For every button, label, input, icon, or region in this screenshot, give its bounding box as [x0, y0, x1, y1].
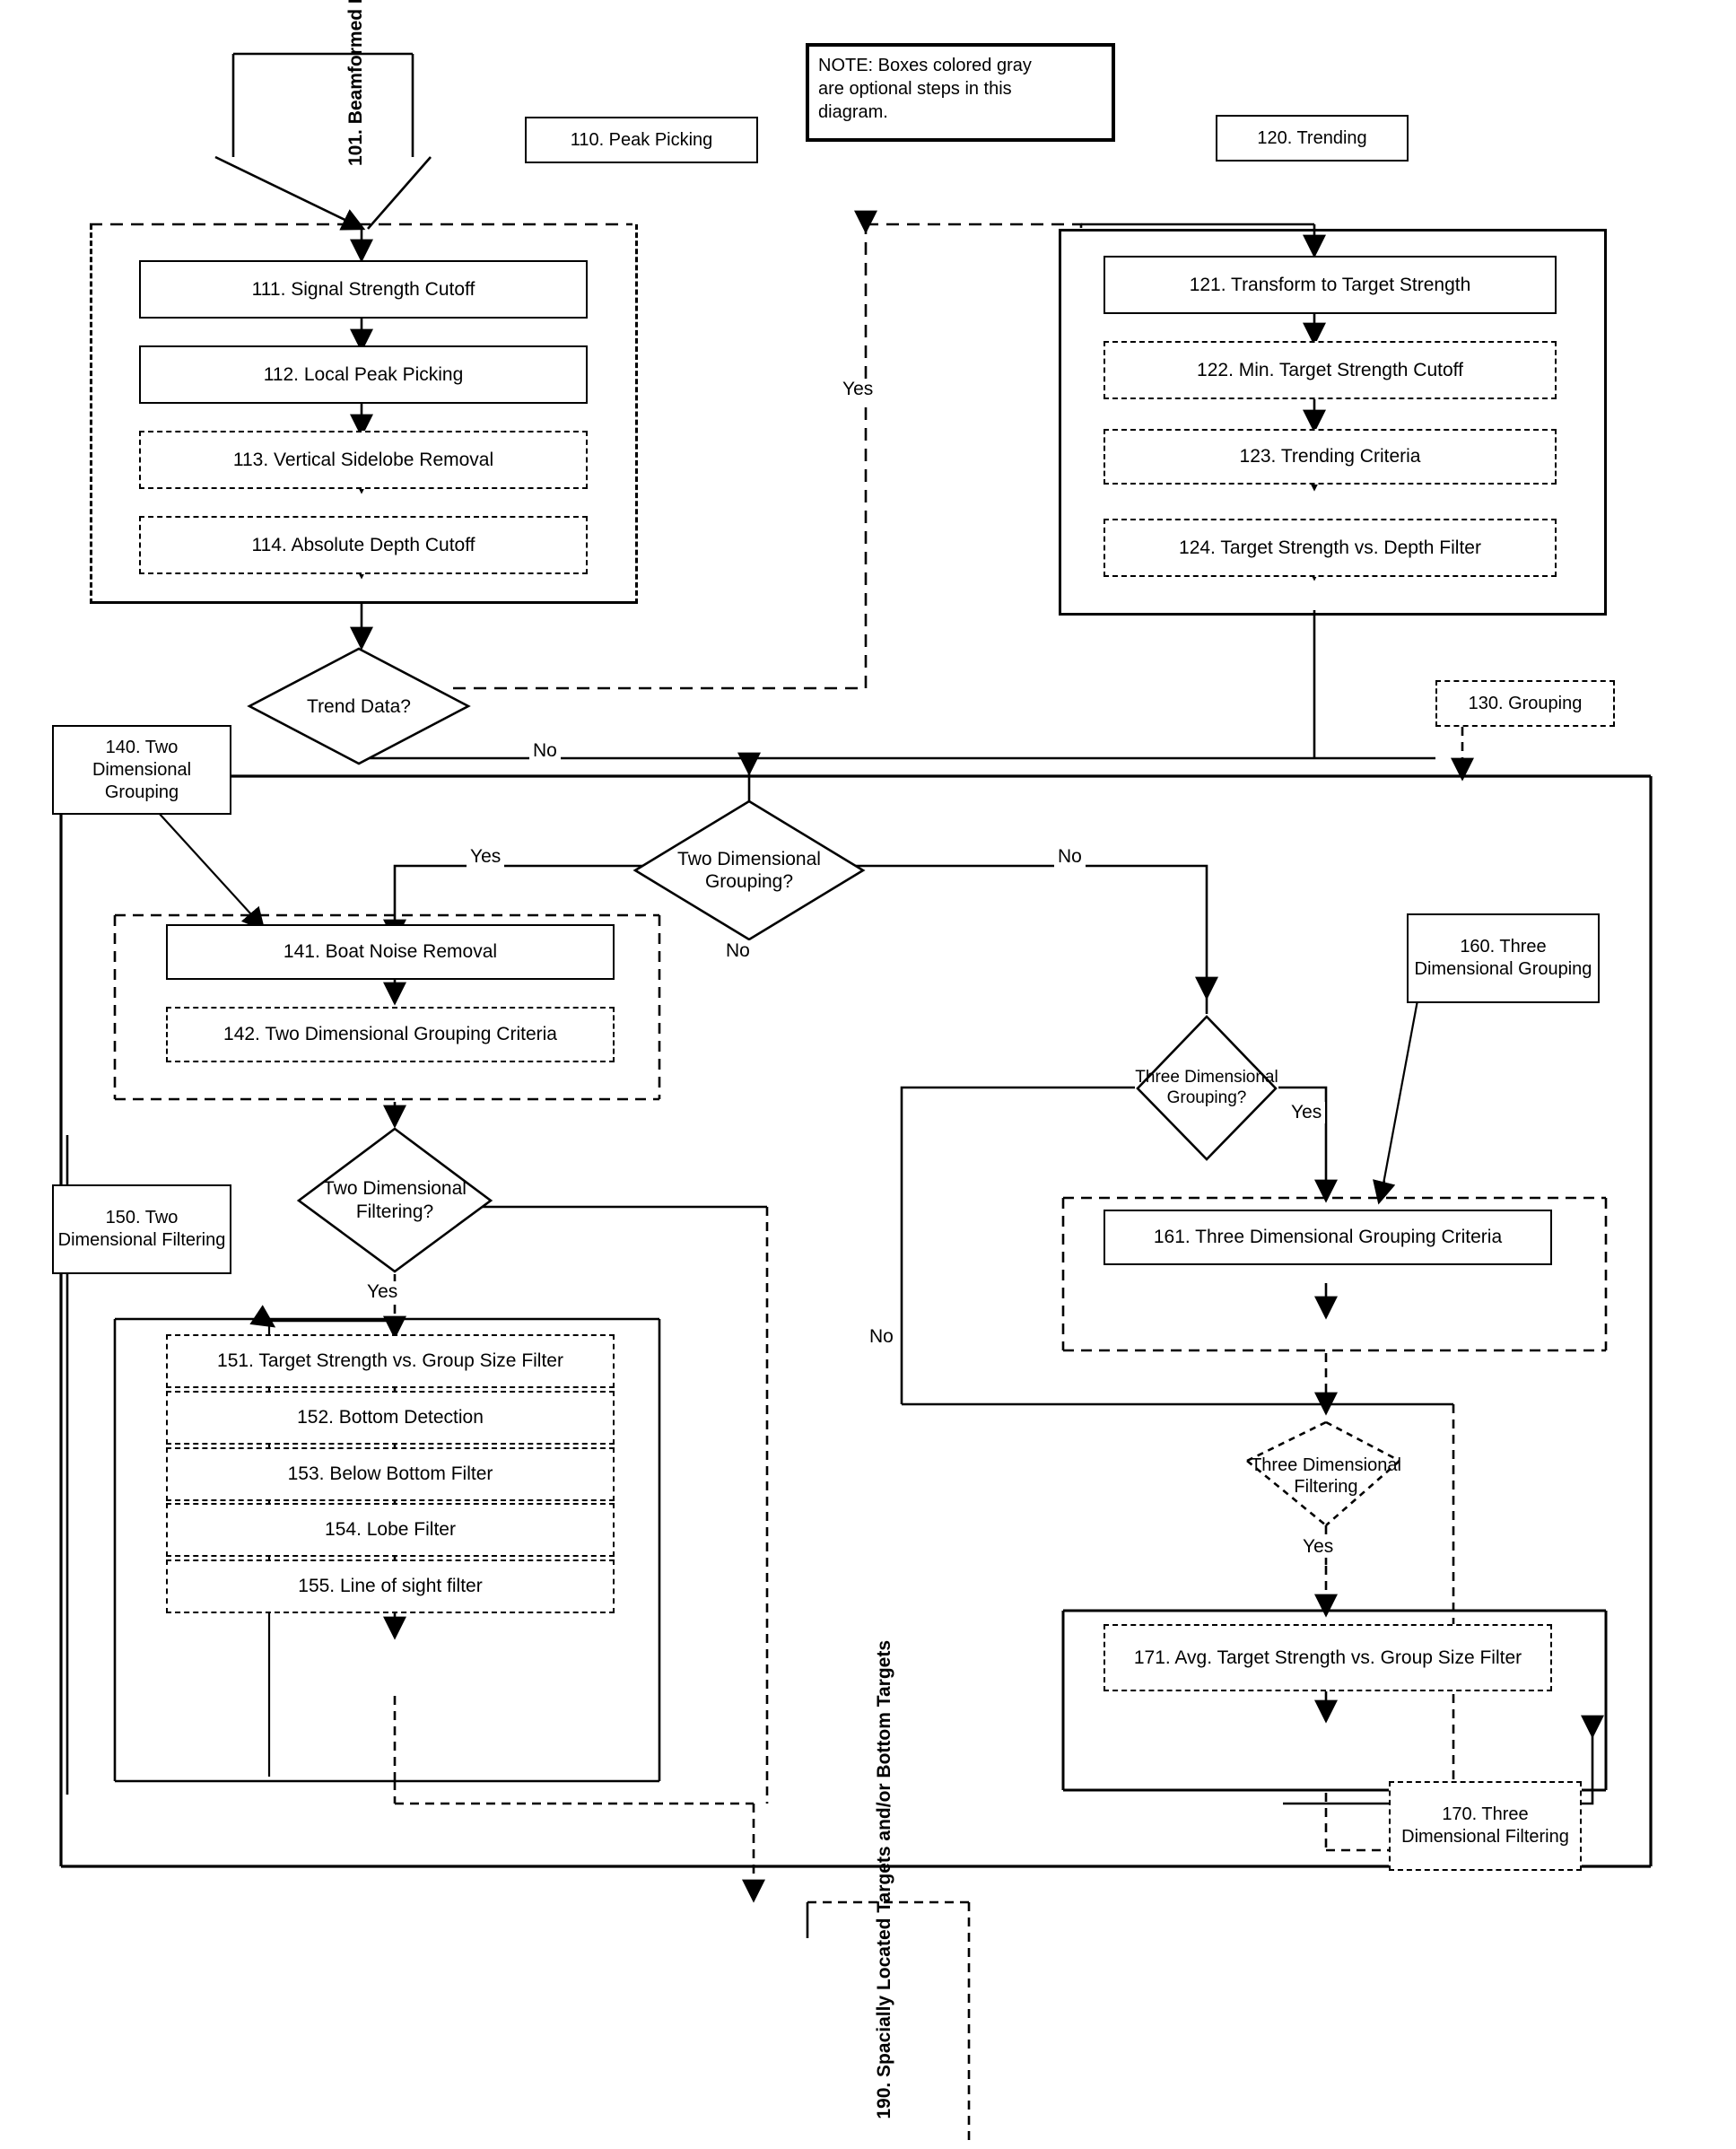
step-161[interactable]: 161. Three Dimensional Grouping Criteria [1104, 1210, 1552, 1265]
step-151-label: 151. Target Strength vs. Group Size Filt… [217, 1350, 563, 1372]
step-154-label: 154. Lobe Filter [325, 1519, 456, 1541]
section-tag-110: 110. Peak Picking [525, 117, 758, 163]
edge-label-3dgroup-yes: Yes [1287, 1102, 1326, 1123]
note-box: NOTE: Boxes colored gray are optional st… [806, 43, 1115, 142]
step-141-label: 141. Boat Noise Removal [283, 941, 498, 963]
section-tag-150-label: 150. Two Dimensional Filtering [57, 1208, 226, 1250]
section-tag-160: 160. Three Dimensional Grouping [1407, 913, 1600, 1003]
decision-trend-data[interactable]: Trend Data? [247, 646, 471, 767]
step-152-label: 152. Bottom Detection [297, 1407, 484, 1428]
peak-picking-frame [90, 224, 638, 604]
section-tag-140: 140. Two Dimensional Grouping [52, 725, 231, 815]
edge-label-2dgroup-no2: No [722, 940, 754, 962]
decision-two-d-grouping[interactable]: Two Dimensional Grouping? [632, 799, 866, 942]
edge-label-3dgroup-no: No [866, 1326, 897, 1348]
step-171-label: 171. Avg. Target Strength vs. Group Size… [1133, 1647, 1522, 1668]
edge-label-2dgroup-no: No [1054, 846, 1086, 868]
section-tag-120-label: 120. Trending [1257, 127, 1367, 148]
section-tag-140-label: 140. Two Dimensional Grouping [92, 737, 192, 802]
step-171[interactable]: 171. Avg. Target Strength vs. Group Size… [1104, 1624, 1552, 1691]
note-line-1: NOTE: Boxes colored gray [818, 56, 1032, 75]
section-tag-110-label: 110. Peak Picking [570, 129, 713, 150]
decision-three-d-grouping[interactable]: Three Dimensional Grouping? [1135, 1014, 1278, 1162]
section-tag-160-label: 160. Three Dimensional Grouping [1414, 937, 1592, 979]
output-label-text: 190. Spacially Located Targets and/or Bo… [874, 1639, 895, 2119]
trending-frame [1059, 229, 1607, 616]
edge-label-trend-yes: Yes [839, 379, 877, 400]
note-line-3: diagram. [818, 102, 888, 122]
section-tag-150: 150. Two Dimensional Filtering [52, 1184, 231, 1274]
section-tag-130-label: 130. Grouping [1468, 693, 1583, 713]
output-label: 190. Spacially Located Targets and/or Bo… [851, 1640, 919, 2140]
step-155[interactable]: 155. Line of sight filter [166, 1559, 615, 1613]
step-142-label: 142. Two Dimensional Grouping Criteria [223, 1024, 557, 1045]
edge-label-2dfilter-yes: Yes [363, 1281, 402, 1303]
step-141[interactable]: 141. Boat Noise Removal [166, 924, 615, 980]
decision-three-d-filtering[interactable]: Three Dimensional Filtering [1245, 1422, 1407, 1530]
input-label: 101. Beamformed Data [345, 0, 366, 166]
step-161-label: 161. Three Dimensional Grouping Criteria [1153, 1227, 1503, 1248]
step-142[interactable]: 142. Two Dimensional Grouping Criteria [166, 1007, 615, 1062]
step-153-label: 153. Below Bottom Filter [287, 1463, 493, 1485]
section-tag-120: 120. Trending [1216, 115, 1409, 162]
decision-three-d-filtering-text: Three Dimensional Filtering [1251, 1455, 1401, 1497]
step-151[interactable]: 151. Target Strength vs. Group Size Filt… [166, 1334, 615, 1388]
step-153[interactable]: 153. Below Bottom Filter [166, 1447, 615, 1501]
step-155-label: 155. Line of sight filter [298, 1576, 483, 1597]
edge-label-3dfilter-yes: Yes [1299, 1536, 1338, 1558]
decision-two-d-filtering[interactable]: Two Dimensional Filtering? [296, 1126, 493, 1274]
section-tag-170: 170. Three Dimensional Filtering [1389, 1781, 1582, 1871]
note-line-2: are optional steps in this [818, 79, 1012, 99]
section-tag-170-label: 170. Three Dimensional Filtering [1401, 1804, 1569, 1847]
section-tag-130: 130. Grouping [1435, 680, 1615, 727]
flowchart-canvas: 101. Beamformed Data 110. Peak Picking N… [0, 0, 1736, 2149]
edge-label-2dgroup-yes: Yes [467, 846, 505, 868]
step-152[interactable]: 152. Bottom Detection [166, 1391, 615, 1445]
edge-label-trend-no: No [529, 740, 561, 762]
decision-three-d-filtering-label: Three Dimensional Filtering [1245, 1422, 1407, 1530]
step-154[interactable]: 154. Lobe Filter [166, 1503, 615, 1557]
